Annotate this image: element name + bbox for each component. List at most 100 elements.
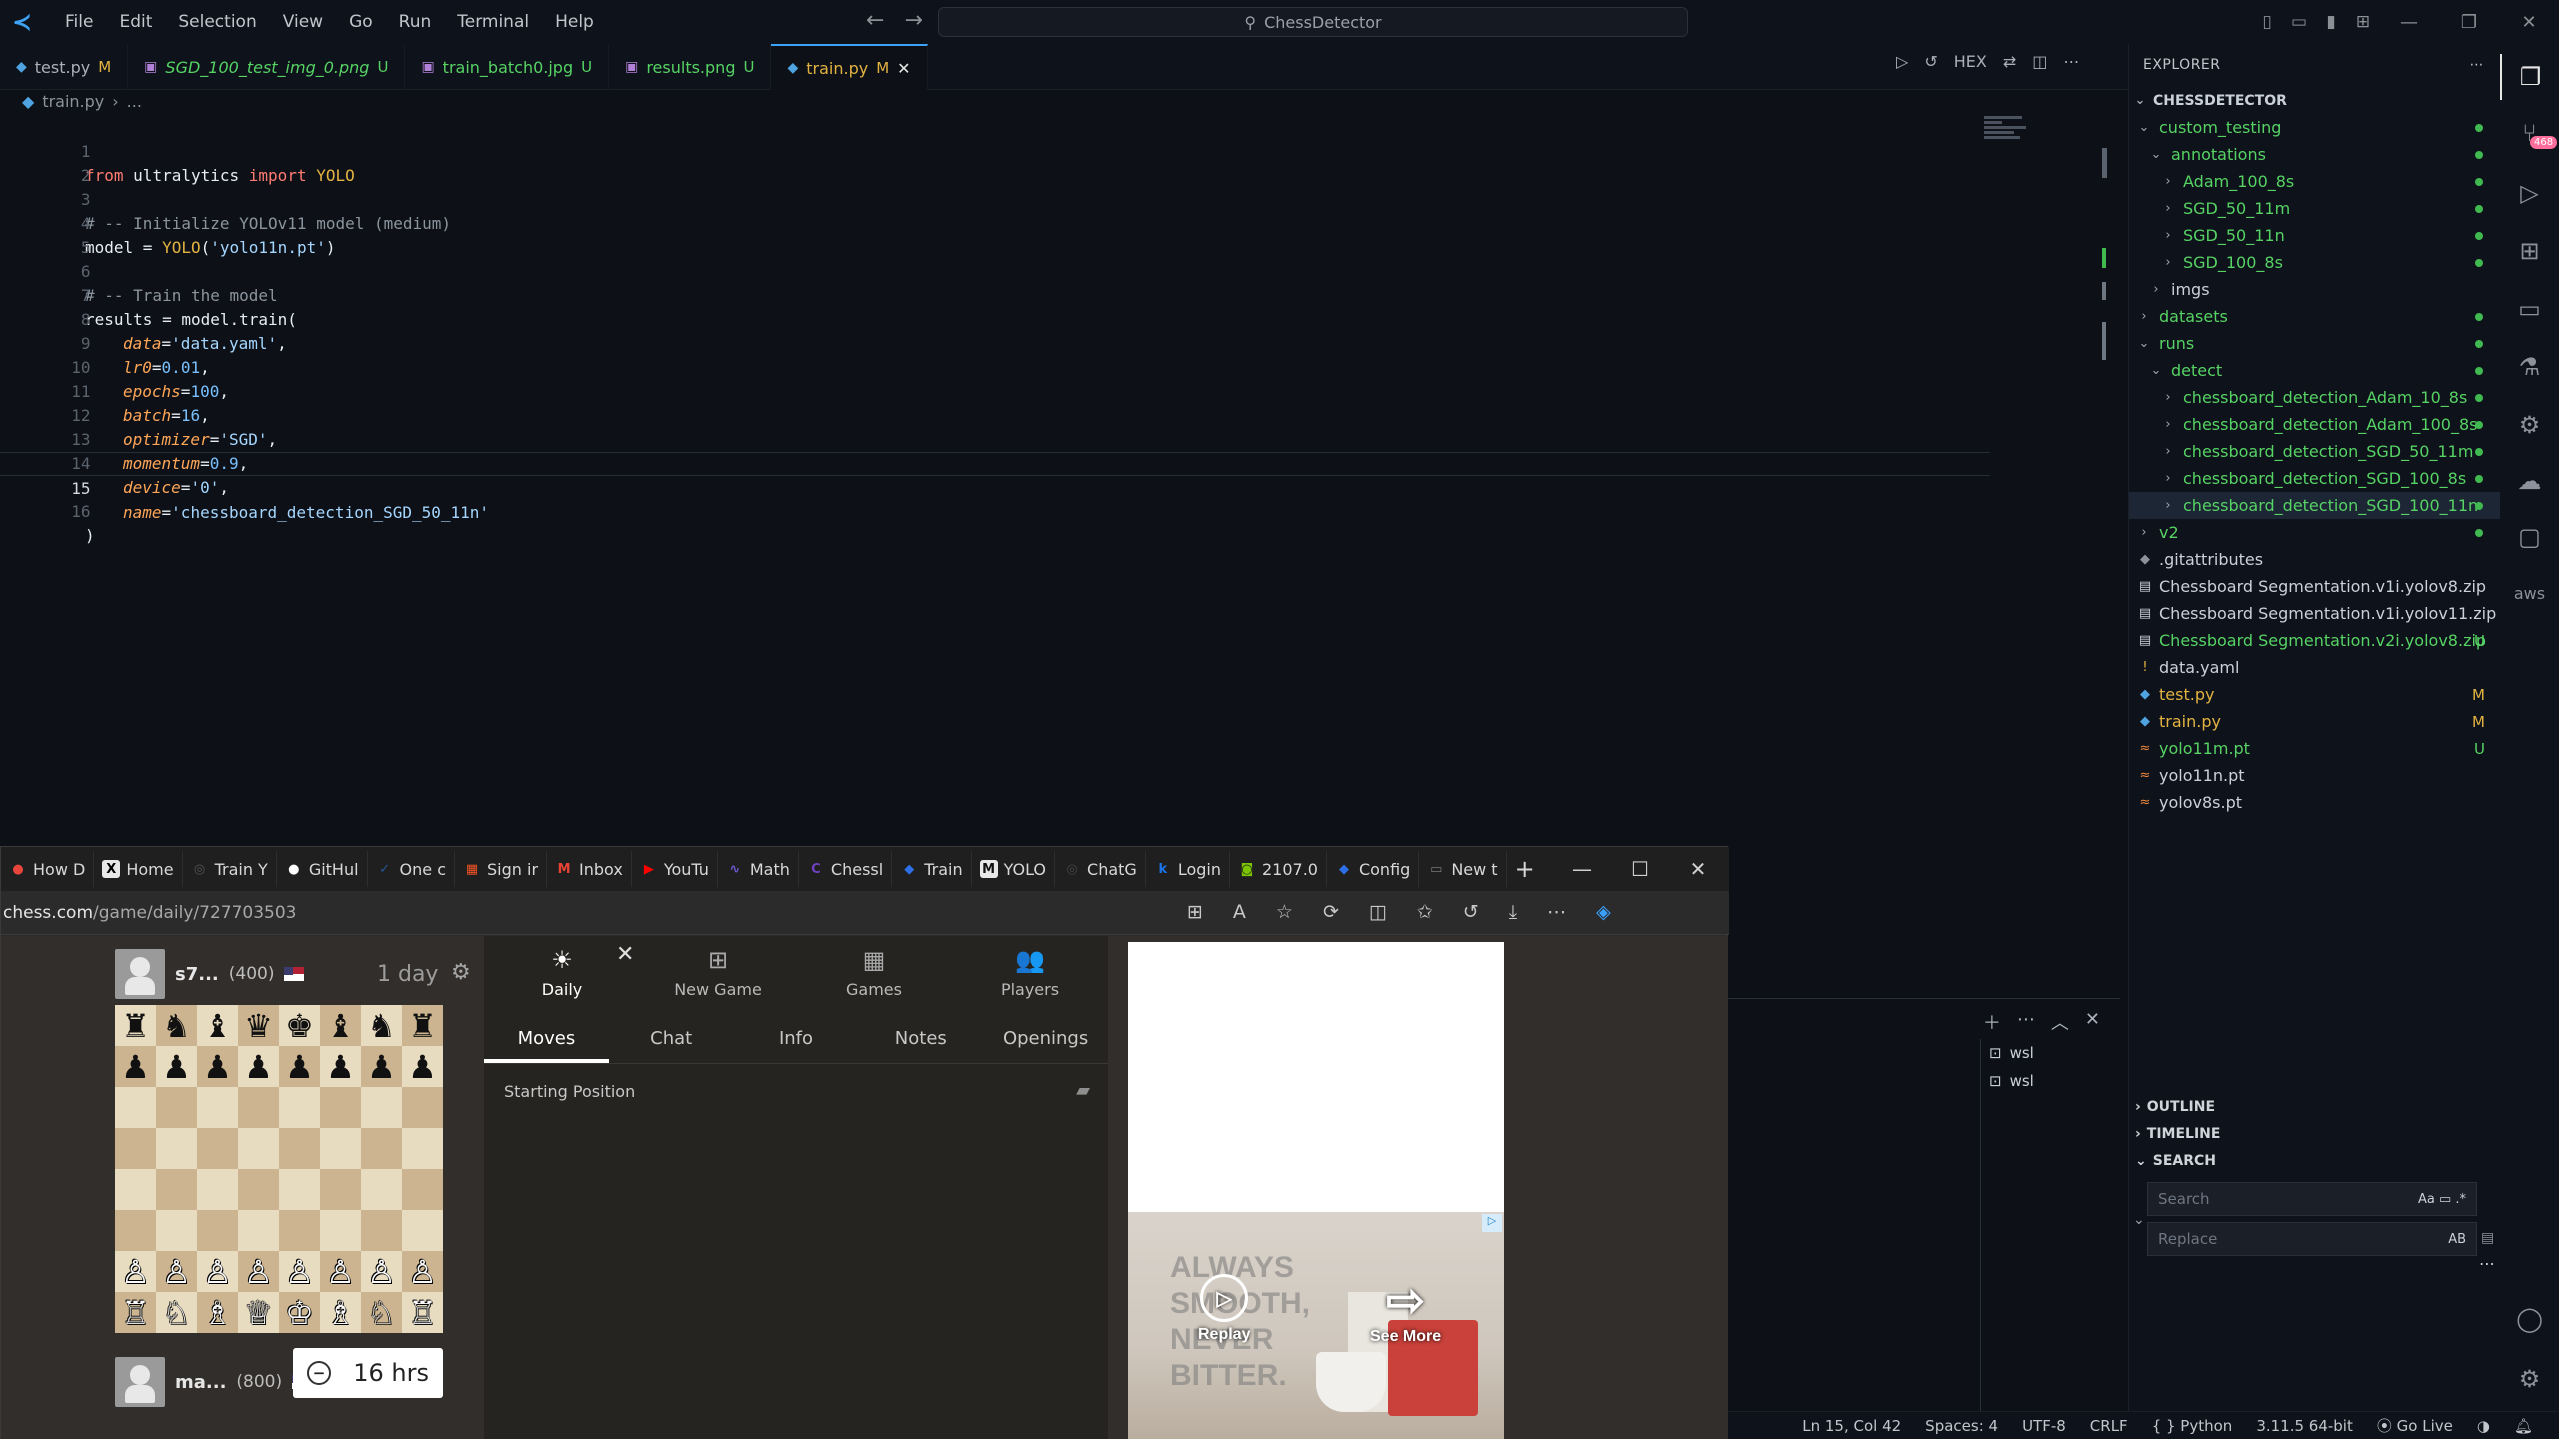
opening-book-icon[interactable]: ▰ (1076, 1080, 1090, 1101)
player-name[interactable]: s7... (175, 964, 219, 985)
board-square[interactable] (156, 1128, 197, 1169)
chess-piece[interactable]: ♕ (244, 1297, 273, 1329)
player-name[interactable]: ma... (175, 1372, 226, 1393)
file-item[interactable]: ▤ Chessboard Segmentation.v2i.yolov8.zip U (2129, 627, 2501, 654)
ad-choices-icon[interactable]: ▷ (1482, 1214, 1502, 1232)
history-icon[interactable]: ↺ (1463, 901, 1479, 923)
breadcrumb-file[interactable]: train.py (42, 92, 104, 111)
tab-results-png[interactable]: ▣ results.png U (609, 44, 772, 90)
browser-tab[interactable]: ◎ ChatG (1055, 851, 1146, 887)
browser-tab[interactable]: C Chessl (799, 851, 893, 887)
more-actions-icon[interactable]: ⋯ (2063, 52, 2079, 71)
minimize-icon[interactable]: — (1553, 857, 1611, 881)
close-icon[interactable]: ✕ (616, 942, 634, 967)
folder-item[interactable]: › chessboard_detection_SGD_100_8s (2129, 465, 2501, 492)
replay-button[interactable]: ▷ Replay (1198, 1274, 1250, 1344)
folder-item[interactable]: › chessboard_detection_SGD_100_11n (2129, 492, 2501, 519)
browser-tab[interactable]: ◆ Train (892, 851, 972, 887)
nav-new-game[interactable]: ⊞ New Game (640, 936, 796, 1008)
language-mode[interactable]: { } Python (2152, 1417, 2233, 1435)
remote-explorer-icon[interactable]: ▭ (2500, 286, 2559, 332)
chess-piece[interactable]: ♗ (326, 1297, 355, 1329)
board-square[interactable] (197, 1210, 238, 1251)
board-square[interactable]: ♟ (279, 1046, 320, 1087)
chess-piece[interactable]: ♞ (162, 1010, 191, 1042)
board-square[interactable] (279, 1169, 320, 1210)
file-item[interactable]: ≈ yolov8s.pt (2129, 789, 2501, 816)
board-square[interactable]: ♝ (320, 1005, 361, 1046)
board-square[interactable]: ♜ (115, 1005, 156, 1046)
board-square[interactable]: ♙ (115, 1251, 156, 1292)
chess-piece[interactable]: ♙ (203, 1256, 232, 1288)
replace-all-icon[interactable]: ▤ (2481, 1230, 2494, 1246)
tab-sgd-test-img[interactable]: ▣ SGD_100_test_img_0.png U (128, 44, 406, 90)
board-square[interactable]: ♛ (238, 1005, 279, 1046)
tab-openings[interactable]: Openings (983, 1018, 1108, 1063)
folder-item[interactable]: ⌄ custom_testing (2129, 114, 2501, 141)
chess-piece[interactable]: ♖ (408, 1297, 437, 1329)
replace-input[interactable]: Replace AB (2147, 1222, 2477, 1256)
chess-piece[interactable]: ♘ (367, 1297, 396, 1329)
tab-test-py[interactable]: ◆ test.py M (0, 44, 129, 90)
forward-arrow-icon[interactable]: → (904, 8, 922, 33)
split-editor-icon[interactable]: ◫ (2032, 52, 2047, 71)
folder-item[interactable]: › SGD_50_11n (2129, 222, 2501, 249)
board-square[interactable] (115, 1128, 156, 1169)
board-square[interactable] (402, 1169, 443, 1210)
board-square[interactable] (320, 1128, 361, 1169)
chess-piece[interactable]: ♝ (326, 1010, 355, 1042)
terminal-item[interactable]: ⊡ wsl (1981, 1067, 2120, 1095)
terminal-item[interactable]: ⊡ wsl (1981, 1039, 2120, 1067)
code-editor[interactable]: 1 from ultralytics import YOLO 2 3 # -- … (0, 112, 2100, 852)
board-square[interactable]: ♟ (402, 1046, 443, 1087)
board-settings-gear-icon[interactable]: ⚙ (451, 960, 471, 985)
favorite-star-icon[interactable]: ☆ (1276, 901, 1293, 923)
customize-layout-icon[interactable]: ⊞ (2347, 12, 2379, 32)
nav-players[interactable]: 👥 Players (952, 936, 1108, 1008)
board-square[interactable] (279, 1087, 320, 1128)
avatar[interactable] (115, 1357, 165, 1407)
folder-item[interactable]: › chessboard_detection_Adam_100_8s (2129, 411, 2501, 438)
tab-notes[interactable]: Notes (858, 1018, 983, 1063)
split-screen-icon[interactable]: ◫ (1369, 901, 1387, 923)
board-square[interactable]: ♗ (197, 1292, 238, 1333)
docker-icon[interactable]: ☁ (2500, 458, 2559, 504)
cursor-position[interactable]: Ln 15, Col 42 (1802, 1417, 1901, 1435)
nav-games[interactable]: ▦ Games (796, 936, 952, 1008)
run-icon[interactable]: ▷ (1896, 52, 1908, 71)
board-square[interactable] (361, 1210, 402, 1251)
chess-piece[interactable]: ♙ (121, 1256, 150, 1288)
board-square[interactable] (320, 1210, 361, 1251)
read-aloud-icon[interactable]: A (1233, 901, 1246, 923)
board-square[interactable] (115, 1210, 156, 1251)
chess-piece[interactable]: ♟ (162, 1051, 191, 1083)
copilot-icon[interactable]: ◑ (2477, 1417, 2490, 1435)
menu-selection[interactable]: Selection (165, 12, 269, 32)
board-square[interactable]: ♘ (156, 1292, 197, 1333)
close-window-icon[interactable]: ✕ (2499, 12, 2559, 33)
compare-icon[interactable]: ⇄ (2003, 52, 2016, 71)
chess-piece[interactable]: ♟ (285, 1051, 314, 1083)
board-square[interactable]: ♙ (156, 1251, 197, 1292)
chess-piece[interactable]: ♙ (408, 1256, 437, 1288)
minimap[interactable] (1984, 116, 2030, 146)
board-square[interactable]: ♟ (156, 1046, 197, 1087)
chess-piece[interactable]: ♗ (203, 1297, 232, 1329)
close-tab-icon[interactable]: ✕ (897, 59, 910, 78)
minimize-icon[interactable]: — (2379, 12, 2439, 33)
replace-options[interactable]: AB (2448, 1232, 2466, 1247)
board-square[interactable] (279, 1128, 320, 1169)
chess-piece[interactable]: ♜ (121, 1010, 150, 1042)
board-square[interactable] (238, 1210, 279, 1251)
search-options[interactable]: Aa ▭ .* (2418, 1192, 2466, 1207)
board-square[interactable]: ♟ (320, 1046, 361, 1087)
new-terminal-icon[interactable]: ＋ (1983, 1009, 2001, 1035)
chess-piece[interactable]: ♙ (285, 1256, 314, 1288)
board-square[interactable]: ♜ (402, 1005, 443, 1046)
chess-piece[interactable]: ♘ (162, 1297, 191, 1329)
hex-editor-button[interactable]: HEX (1954, 52, 1987, 71)
board-square[interactable]: ♙ (238, 1251, 279, 1292)
board-square[interactable] (402, 1210, 443, 1251)
menu-terminal[interactable]: Terminal (444, 12, 542, 32)
board-square[interactable]: ♚ (279, 1005, 320, 1046)
